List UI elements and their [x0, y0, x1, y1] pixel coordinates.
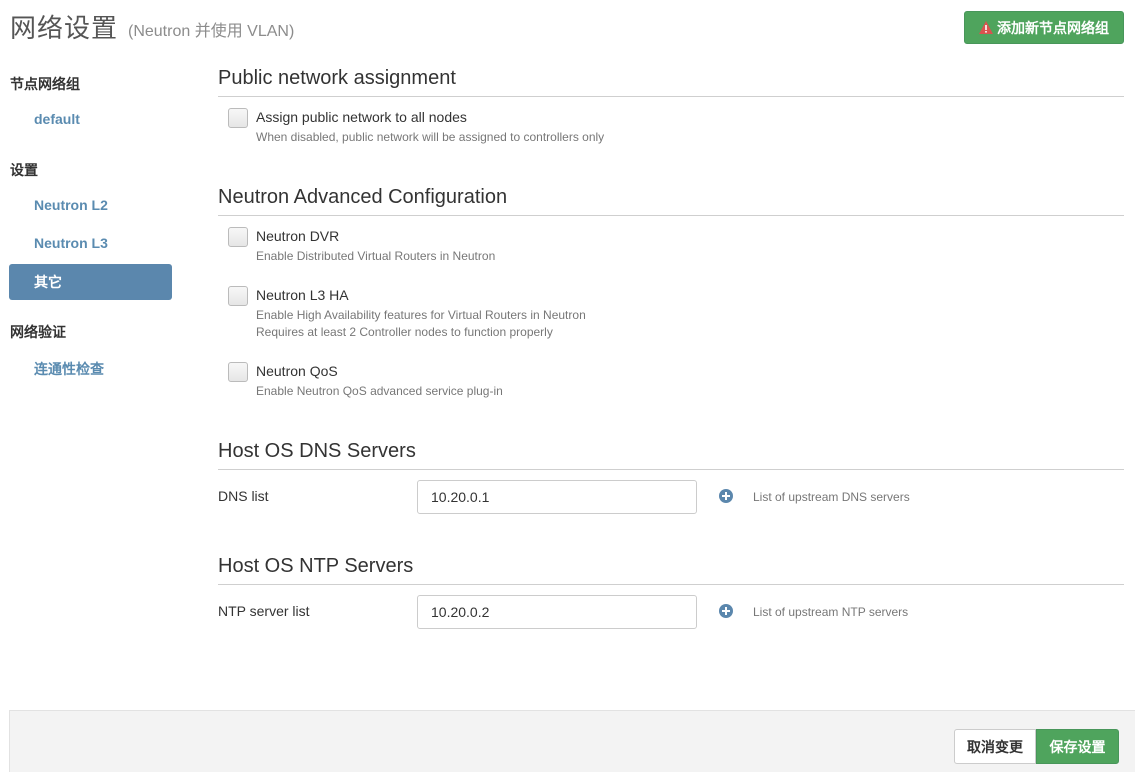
sidebar-item-other[interactable]: 其它 [9, 264, 172, 300]
sidebar-item-default[interactable]: default [34, 111, 80, 127]
add-ntp-server-icon[interactable] [719, 604, 733, 618]
sidebar-item-connectivity-check[interactable]: 连通性检查 [34, 359, 104, 379]
sidebar-heading-network-verification: 网络验证 [10, 324, 66, 340]
page-subtitle: (Neutron 并使用 VLAN) [128, 23, 295, 40]
neutron-dvr-checkbox[interactable] [228, 227, 248, 247]
section-divider [218, 469, 1124, 470]
dns-list-label: DNS list [218, 488, 269, 504]
cancel-changes-button[interactable]: 取消变更 [954, 729, 1036, 764]
dns-help-text: List of upstream DNS servers [753, 490, 910, 504]
add-group-label: 添加新节点网络组 [997, 19, 1109, 36]
add-dns-server-icon[interactable] [719, 489, 733, 503]
assign-public-network-description: When disabled, public network will be as… [256, 130, 605, 144]
section-title-ntp: Host OS NTP Servers [218, 555, 414, 577]
section-title-public-network: Public network assignment [218, 67, 456, 89]
neutron-l3-ha-label: Neutron L3 HA [256, 287, 349, 303]
ntp-help-text: List of upstream NTP servers [753, 605, 909, 619]
neutron-l3-ha-checkbox[interactable] [228, 286, 248, 306]
neutron-l3-ha-description: Enable High Availability features for Vi… [256, 308, 586, 322]
neutron-dvr-description: Enable Distributed Virtual Routers in Ne… [256, 249, 496, 263]
section-divider [218, 584, 1124, 585]
section-divider [218, 96, 1124, 97]
assign-public-network-checkbox[interactable] [228, 108, 248, 128]
sidebar-heading-settings: 设置 [10, 162, 38, 178]
sidebar-item-neutron-l3[interactable]: Neutron L3 [34, 235, 108, 251]
save-settings-button[interactable]: 保存设置 [1036, 729, 1119, 764]
add-node-network-group-button[interactable]: 添加新节点网络组 [964, 11, 1124, 44]
sidebar-item-neutron-l2[interactable]: Neutron L2 [34, 197, 108, 213]
ntp-server-input[interactable] [417, 595, 697, 629]
neutron-dvr-label: Neutron DVR [256, 228, 340, 244]
warning-icon [979, 21, 993, 34]
neutron-l3-ha-requirement: Requires at least 2 Controller nodes to … [256, 325, 553, 339]
sidebar-item-other-label: 其它 [34, 274, 62, 290]
neutron-qos-label: Neutron QoS [256, 363, 338, 379]
sidebar-heading-node-groups: 节点网络组 [10, 76, 80, 92]
assign-public-network-label: Assign public network to all nodes [256, 109, 467, 125]
neutron-qos-checkbox[interactable] [228, 362, 248, 382]
page-title: 网络设置 [10, 13, 119, 43]
dns-server-input[interactable] [417, 480, 697, 514]
section-divider [218, 215, 1124, 216]
section-title-neutron-advanced: Neutron Advanced Configuration [218, 186, 508, 208]
neutron-qos-description: Enable Neutron QoS advanced service plug… [256, 384, 503, 398]
ntp-list-label: NTP server list [218, 603, 310, 619]
section-title-dns: Host OS DNS Servers [218, 440, 416, 462]
